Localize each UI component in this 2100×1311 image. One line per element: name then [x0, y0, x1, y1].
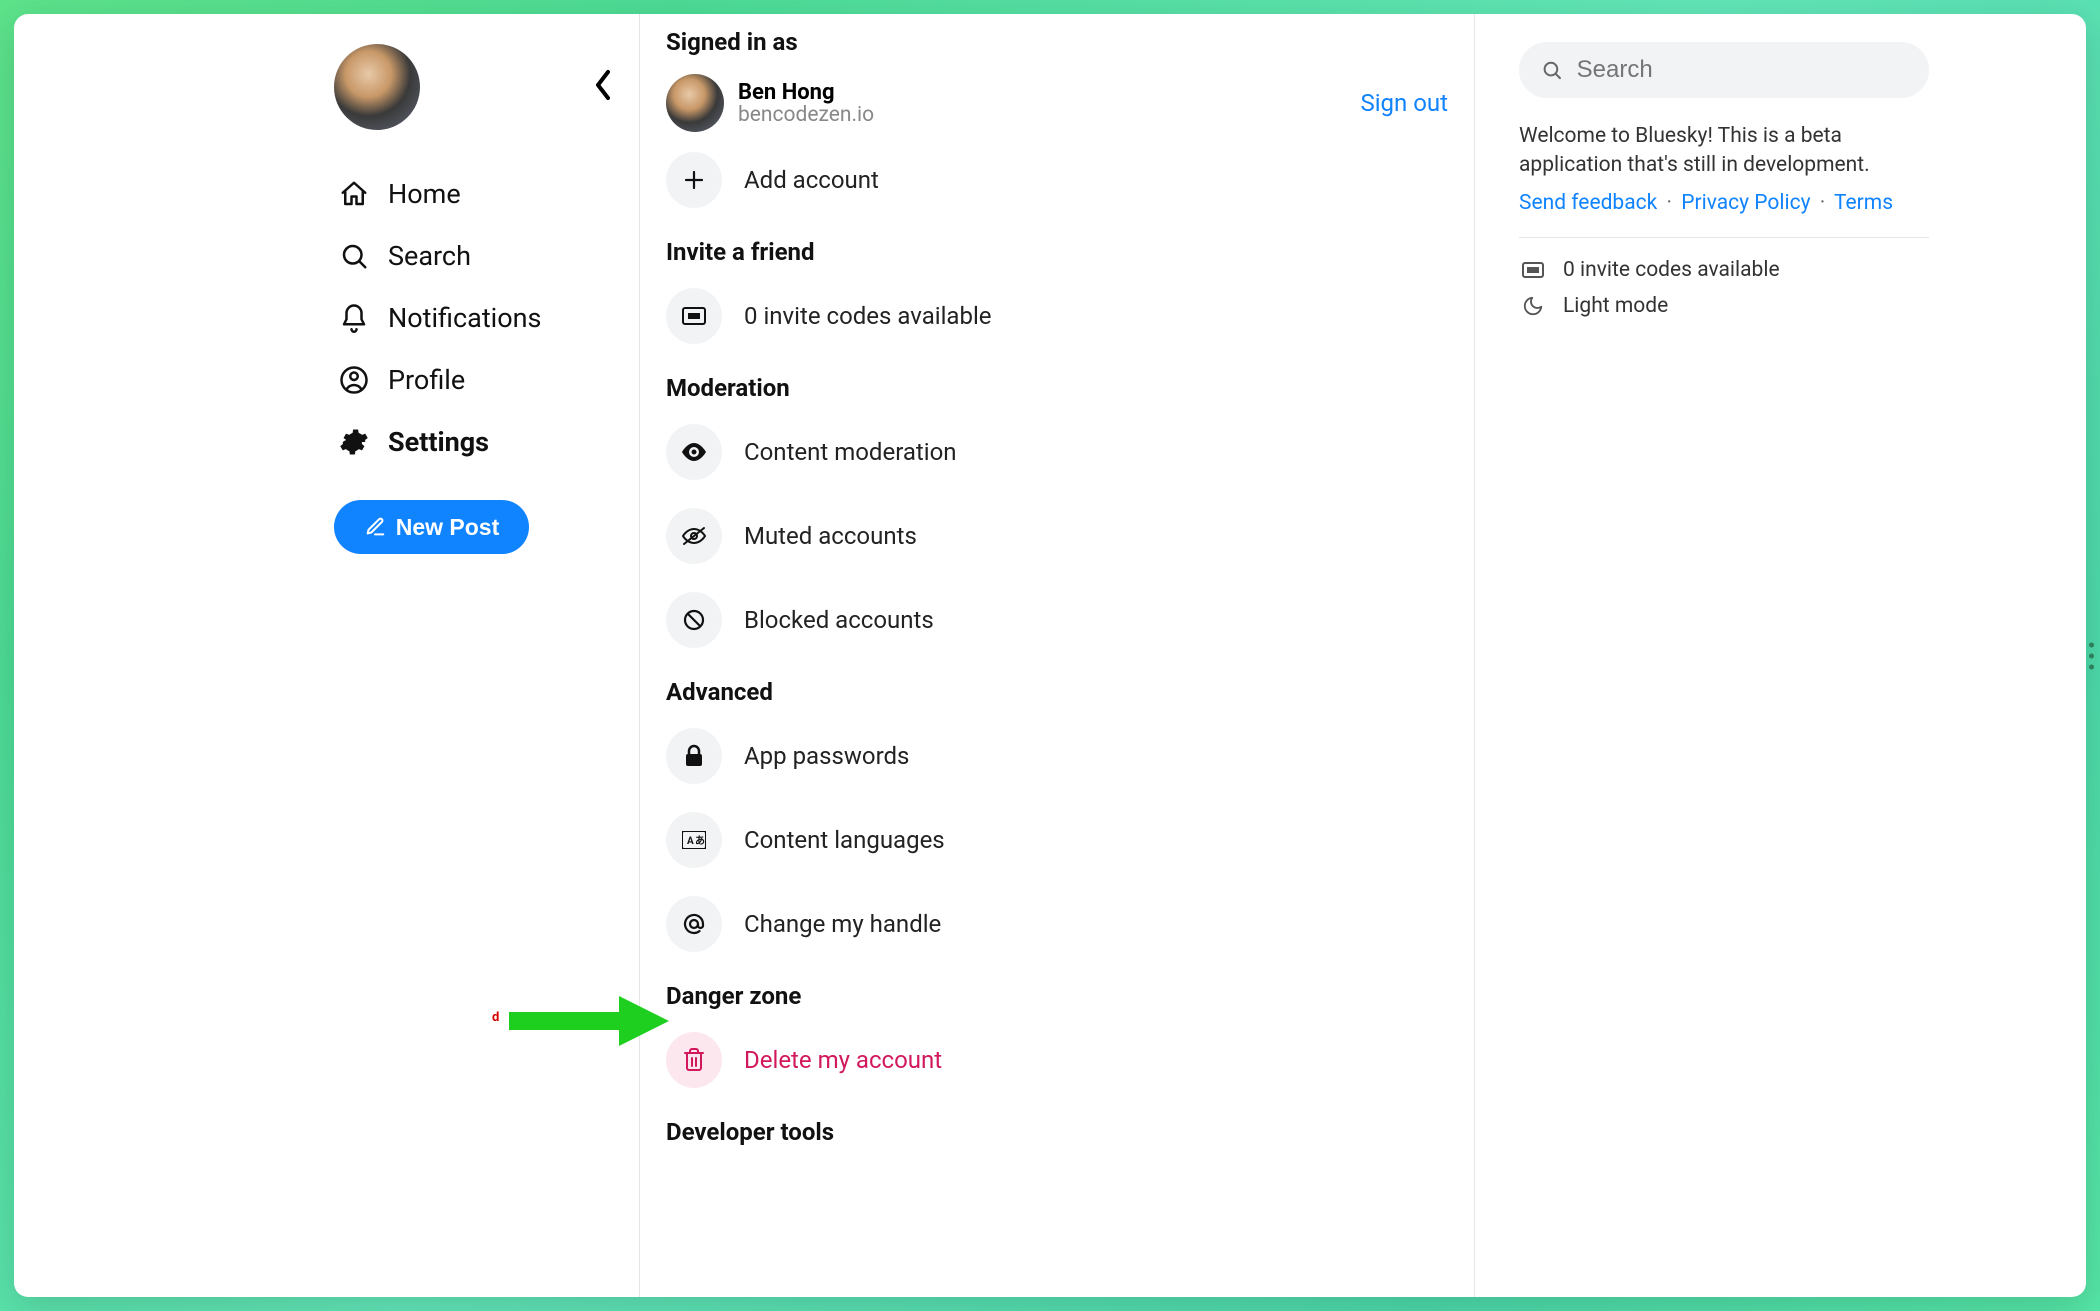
- invite-codes-row[interactable]: 0 invite codes available: [666, 274, 1448, 358]
- nav-label: Search: [388, 240, 471, 272]
- danger-title: Danger zone: [666, 982, 1448, 1010]
- nav-search[interactable]: Search: [334, 228, 639, 284]
- svg-text:A: A: [687, 836, 694, 847]
- right-sidebar: Welcome to Bluesky! This is a beta appli…: [1475, 14, 2086, 1297]
- signed-in-title: Signed in as: [666, 28, 1448, 56]
- chevron-left-icon: [591, 68, 615, 102]
- right-invite-row[interactable]: 0 invite codes available: [1519, 252, 2046, 288]
- developer-title: Developer tools: [666, 1118, 1448, 1146]
- window-control-dots: [2089, 642, 2094, 669]
- account-row: Ben Hong bencodezen.io Sign out: [666, 64, 1448, 138]
- app-passwords-row[interactable]: App passwords: [666, 714, 1448, 798]
- app-window: Home Search Notifications: [14, 14, 2086, 1297]
- delete-account-label: Delete my account: [744, 1046, 942, 1074]
- sign-out-link[interactable]: Sign out: [1360, 89, 1448, 117]
- invite-title: Invite a friend: [666, 238, 1448, 266]
- invite-codes-label: 0 invite codes available: [744, 302, 992, 330]
- search-icon: [1541, 58, 1563, 82]
- search-icon: [338, 241, 370, 271]
- annotation-d: d: [492, 1010, 499, 1025]
- at-icon: [666, 896, 722, 952]
- back-button[interactable]: [591, 68, 615, 106]
- change-handle-row[interactable]: Change my handle: [666, 882, 1448, 966]
- content-moderation-label: Content moderation: [744, 438, 957, 466]
- app-passwords-label: App passwords: [744, 742, 909, 770]
- privacy-policy-link[interactable]: Privacy Policy: [1681, 191, 1810, 215]
- footer-links: Send feedback · Privacy Policy · Terms: [1519, 191, 2046, 215]
- svg-text:あ: あ: [695, 834, 705, 847]
- left-sidebar: Home Search Notifications: [14, 14, 639, 1297]
- account-handle: bencodezen.io: [738, 103, 874, 127]
- account-avatar[interactable]: [666, 74, 724, 132]
- search-box[interactable]: [1519, 42, 1929, 98]
- compose-icon: [364, 516, 386, 538]
- nav-notifications[interactable]: Notifications: [334, 290, 639, 346]
- user-circle-icon: [338, 365, 370, 395]
- light-mode-row[interactable]: Light mode: [1519, 288, 2046, 324]
- home-icon: [338, 179, 370, 209]
- gear-icon: [338, 427, 370, 457]
- nav-label: Profile: [388, 364, 465, 396]
- plus-icon: [666, 152, 722, 208]
- nav-label: Home: [388, 178, 461, 210]
- lock-icon: [666, 728, 722, 784]
- content-languages-label: Content languages: [744, 826, 945, 854]
- eye-slash-icon: [666, 508, 722, 564]
- send-feedback-link[interactable]: Send feedback: [1519, 191, 1657, 215]
- ticket-icon: [1519, 262, 1547, 278]
- change-handle-label: Change my handle: [744, 910, 941, 938]
- avatar[interactable]: [334, 44, 420, 130]
- settings-main: Signed in as Ben Hong bencodezen.io Sign…: [639, 14, 1475, 1297]
- account-name: Ben Hong: [738, 80, 874, 105]
- language-icon: Aあ: [666, 812, 722, 868]
- new-post-button[interactable]: New Post: [334, 500, 529, 554]
- nav-label: Settings: [388, 426, 489, 458]
- advanced-title: Advanced: [666, 678, 1448, 706]
- moon-icon: [1519, 295, 1547, 317]
- nav-profile[interactable]: Profile: [334, 352, 639, 408]
- new-post-label: New Post: [396, 514, 500, 541]
- welcome-text: Welcome to Bluesky! This is a beta appli…: [1519, 122, 1919, 181]
- blocked-accounts-label: Blocked accounts: [744, 606, 934, 634]
- nav-home[interactable]: Home: [334, 166, 639, 222]
- blocked-accounts-row[interactable]: Blocked accounts: [666, 578, 1448, 662]
- content-languages-row[interactable]: Aあ Content languages: [666, 798, 1448, 882]
- muted-accounts-label: Muted accounts: [744, 522, 917, 550]
- sidebar-header: [334, 44, 639, 130]
- block-icon: [666, 592, 722, 648]
- nav-settings[interactable]: Settings: [334, 414, 639, 470]
- moderation-title: Moderation: [666, 374, 1448, 402]
- nav-list: Home Search Notifications: [334, 166, 639, 470]
- ticket-icon: [666, 288, 722, 344]
- trash-icon: [666, 1032, 722, 1088]
- divider: [1519, 237, 1929, 238]
- nav-label: Notifications: [388, 302, 541, 334]
- add-account-label: Add account: [744, 166, 879, 194]
- terms-link[interactable]: Terms: [1834, 191, 1893, 215]
- eye-icon: [666, 424, 722, 480]
- muted-accounts-row[interactable]: Muted accounts: [666, 494, 1448, 578]
- add-account-row[interactable]: Add account: [666, 138, 1448, 222]
- light-mode-label: Light mode: [1563, 294, 1668, 318]
- right-invite-label: 0 invite codes available: [1563, 258, 1780, 282]
- content-moderation-row[interactable]: Content moderation: [666, 410, 1448, 494]
- delete-account-row[interactable]: Delete my account: [666, 1018, 1448, 1102]
- search-input[interactable]: [1577, 56, 1907, 84]
- bell-icon: [338, 303, 370, 333]
